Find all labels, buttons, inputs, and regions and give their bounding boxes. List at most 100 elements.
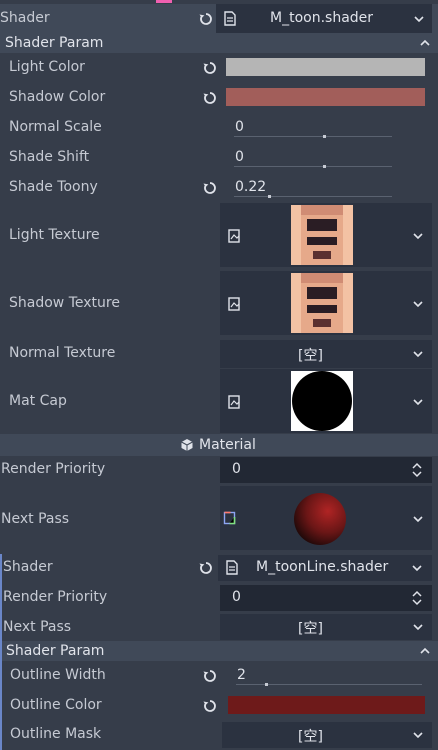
sub-render-priority-label: Render Priority: [3, 589, 108, 605]
slider-track: [234, 196, 392, 197]
shadow-color-row: Shadow Color: [0, 83, 438, 113]
reset-icon[interactable]: [202, 60, 218, 76]
sub-shader-param-header[interactable]: Shader Param: [2, 641, 438, 661]
mat-cap-row: Mat Cap: [0, 369, 438, 435]
sub-shader-file-name: M_toonLine.shader: [256, 559, 389, 575]
sub-shader-file-picker[interactable]: M_toonLine.shader: [218, 555, 432, 581]
chevron-down-icon[interactable]: [411, 563, 423, 573]
outline-color-swatch[interactable]: [228, 696, 425, 714]
shader-param-header[interactable]: Shader Param: [0, 33, 438, 53]
chevron-down-icon[interactable]: [412, 622, 424, 632]
sub-next-pass-value: [空]: [298, 621, 323, 637]
sub-render-priority-spinbox[interactable]: 0: [220, 585, 432, 611]
next-pass-row: Next Pass: [0, 486, 438, 552]
shade-shift-label: Shade Shift: [9, 149, 90, 165]
shader-row: Shader M_toon.shader: [0, 4, 438, 34]
chevron-down-icon[interactable]: [412, 730, 424, 740]
render-priority-spinbox[interactable]: 0: [220, 457, 432, 483]
reset-icon[interactable]: [202, 698, 218, 714]
texture-icon: [228, 297, 240, 311]
chevron-down-icon[interactable]: [412, 514, 424, 524]
next-pass-icon: [223, 511, 236, 525]
spinner-icon[interactable]: [411, 462, 423, 478]
spinner-icon[interactable]: [411, 590, 423, 606]
slider-grabber[interactable]: [268, 195, 271, 198]
outline-color-label: Outline Color: [10, 697, 102, 713]
shade-toony-row: Shade Toony 0.22: [0, 173, 438, 203]
next-pass-label: Next Pass: [1, 511, 70, 527]
chevron-down-icon[interactable]: [412, 397, 424, 407]
chevron-up-icon[interactable]: [419, 646, 431, 656]
outline-mask-label: Outline Mask: [10, 726, 102, 742]
normal-texture-label: Normal Texture: [9, 345, 116, 361]
normal-scale-row: Normal Scale 0: [0, 113, 438, 143]
outline-width-value: 2: [237, 667, 246, 683]
normal-texture-picker[interactable]: [空]: [220, 340, 432, 368]
file-icon: [224, 11, 236, 26]
chevron-down-icon[interactable]: [412, 349, 424, 359]
sub-render-priority-value: 0: [232, 589, 241, 605]
shader-label: Shader: [0, 10, 50, 26]
next-pass-picker[interactable]: [220, 486, 432, 550]
file-icon: [226, 560, 238, 575]
shade-toony-value: 0.22: [235, 179, 267, 195]
shadow-texture-picker[interactable]: [220, 271, 432, 335]
shade-toony-slider[interactable]: 0.22: [226, 175, 425, 201]
chevron-down-icon[interactable]: [413, 14, 425, 24]
texture-icon: [228, 229, 240, 243]
outline-color-row: Outline Color: [0, 691, 438, 721]
chevron-up-icon[interactable]: [419, 38, 431, 48]
reset-icon[interactable]: [198, 560, 214, 576]
reset-icon[interactable]: [202, 180, 218, 196]
chevron-down-icon[interactable]: [412, 299, 424, 309]
sub-shader-row: Shader M_toonLine.shader: [0, 554, 438, 582]
outline-width-slider[interactable]: 2: [228, 663, 425, 689]
shader-param-title: Shader Param: [5, 35, 104, 51]
slider-grabber[interactable]: [323, 165, 326, 168]
render-priority-row: Render Priority 0: [0, 456, 438, 484]
shade-shift-slider[interactable]: 0: [226, 145, 425, 171]
normal-scale-label: Normal Scale: [9, 119, 102, 135]
normal-texture-value: [空]: [298, 348, 323, 364]
normal-texture-row: Normal Texture [空]: [0, 339, 438, 369]
shadow-texture-thumbnail: [291, 273, 353, 333]
shadow-color-label: Shadow Color: [9, 89, 106, 105]
next-pass-preview: [294, 493, 346, 545]
render-priority-label: Render Priority: [1, 461, 106, 477]
sub-next-pass-picker[interactable]: [空]: [220, 614, 432, 640]
mat-cap-thumbnail: [291, 371, 353, 431]
shade-toony-label: Shade Toony: [9, 179, 98, 195]
slider-track: [236, 684, 422, 685]
slider-track: [234, 136, 392, 137]
light-color-label: Light Color: [9, 59, 85, 75]
accent-mark: [156, 0, 172, 3]
shade-shift-value: 0: [235, 149, 244, 165]
material-icon: [181, 439, 193, 451]
light-texture-row: Light Texture: [0, 203, 438, 269]
slider-grabber[interactable]: [323, 135, 326, 138]
mat-cap-label: Mat Cap: [9, 393, 67, 409]
render-priority-value: 0: [232, 461, 241, 477]
reset-icon[interactable]: [198, 11, 214, 27]
sub-shader-param-title: Shader Param: [6, 643, 105, 659]
chevron-down-icon[interactable]: [412, 231, 424, 241]
texture-icon: [228, 395, 240, 409]
material-header[interactable]: Material: [0, 434, 438, 456]
light-texture-picker[interactable]: [220, 203, 432, 267]
shader-file-picker[interactable]: M_toon.shader: [216, 4, 432, 34]
normal-scale-slider[interactable]: 0: [226, 115, 425, 141]
outline-mask-picker[interactable]: [空]: [222, 722, 432, 748]
outline-mask-value: [空]: [298, 729, 323, 745]
reset-icon[interactable]: [202, 668, 218, 684]
light-color-swatch[interactable]: [226, 58, 425, 76]
sub-next-pass-row: Next Pass [空]: [0, 614, 438, 640]
shadow-texture-label: Shadow Texture: [9, 295, 120, 311]
normal-scale-value: 0: [235, 119, 244, 135]
slider-track: [234, 166, 392, 167]
slider-grabber[interactable]: [265, 683, 268, 686]
mat-cap-picker[interactable]: [220, 369, 432, 433]
sub-next-pass-label: Next Pass: [3, 619, 72, 635]
reset-icon[interactable]: [202, 90, 218, 106]
light-texture-label: Light Texture: [9, 227, 100, 243]
shadow-color-swatch[interactable]: [226, 88, 425, 106]
